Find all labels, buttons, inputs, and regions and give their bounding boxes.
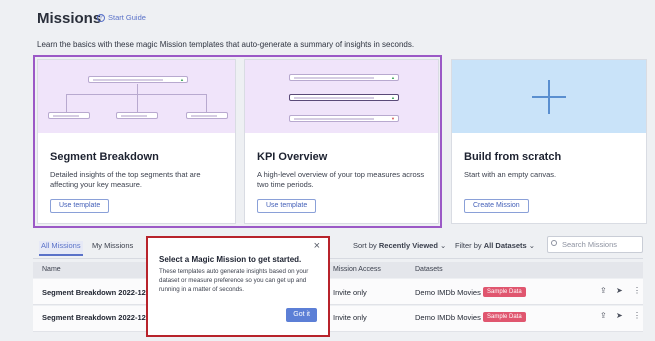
search-icon [547,236,559,253]
column-header-mission-access[interactable]: Mission Access [333,266,381,273]
template-title: Build from scratch [464,151,562,163]
magic-mission-popup: × Select a Magic Mission to get started.… [146,236,330,337]
dataset-name: Demo IMDb Movies [415,313,481,322]
page-title: Missions [37,10,102,27]
tabs-divider [33,258,643,259]
column-header-name[interactable]: Name [42,266,61,273]
templates-highlight-frame [33,55,442,228]
mission-name[interactable]: Segment Breakdown 2022-12 [42,288,146,297]
popup-title: Select a Magic Mission to get started. [159,255,302,264]
mission-name[interactable]: Segment Breakdown 2022-12 [42,313,146,322]
start-guide-label: Start Guide [108,13,146,22]
column-header-datasets[interactable]: Datasets [415,266,443,273]
share-icon[interactable]: ⇪ [600,286,607,295]
start-guide-link[interactable]: ? Start Guide [97,13,146,22]
close-icon[interactable]: × [314,240,320,252]
template-description: Start with an empty canvas. [464,170,557,179]
sort-dropdown[interactable]: Sort by Recently Viewed ⌄ [353,241,446,250]
chevron-down-icon: ⌄ [528,241,536,250]
sort-label: Sort by [353,241,377,250]
build-from-scratch-preview [452,60,646,133]
filter-value: All Datasets [483,241,527,250]
more-options-icon[interactable]: ⋮ [633,286,641,295]
table-row[interactable]: Segment Breakdown 2022-12 Invite only De… [33,279,643,305]
filter-label: Filter by [455,241,482,250]
mission-access: Invite only [333,288,367,297]
mission-access: Invite only [333,313,367,322]
tab-all-missions[interactable]: All Missions [39,241,83,256]
got-it-button[interactable]: Got it [286,308,317,322]
dataset-name: Demo IMDb Movies [415,288,481,297]
filter-dropdown[interactable]: Filter by All Datasets ⌄ [455,241,535,250]
send-icon[interactable]: ➤ [616,311,623,320]
chevron-down-icon: ⌄ [440,241,447,250]
tab-my-missions[interactable]: My Missions [92,241,133,250]
help-icon: ? [97,13,105,22]
intro-text: Learn the basics with these magic Missio… [37,40,415,49]
more-options-icon[interactable]: ⋮ [633,311,641,320]
search-input[interactable]: Search Missions [547,236,643,253]
create-mission-button[interactable]: Create Mission [464,199,529,213]
template-card-build-from-scratch[interactable]: Build from scratch Start with an empty c… [451,59,647,224]
popup-body: These templates auto generate insights b… [159,268,309,293]
table-row[interactable]: Segment Breakdown 2022-12 Invite only De… [33,306,643,332]
sort-value: Recently Viewed [378,241,438,250]
sample-data-badge: Sample Data [483,312,526,322]
send-icon[interactable]: ➤ [616,286,623,295]
sample-data-badge: Sample Data [483,287,526,297]
share-icon[interactable]: ⇪ [600,311,607,320]
